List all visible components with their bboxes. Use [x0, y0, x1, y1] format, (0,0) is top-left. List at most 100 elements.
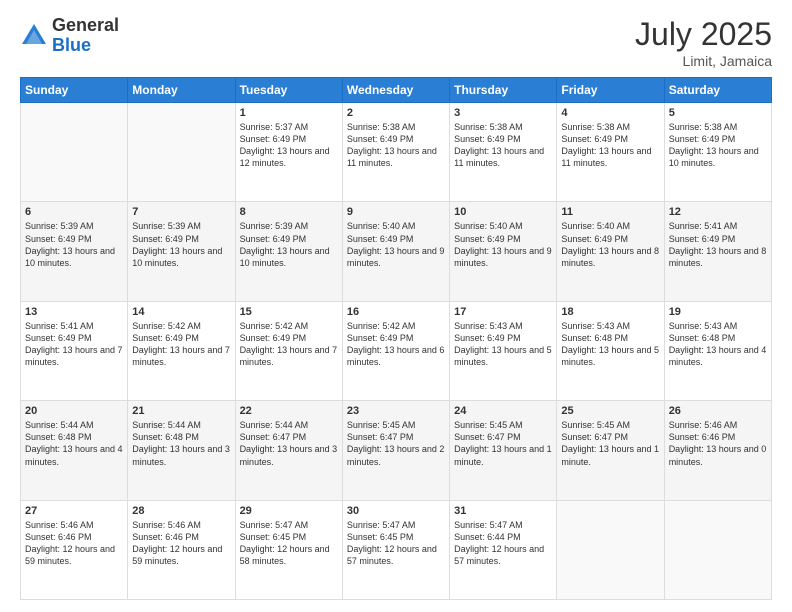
day-number: 25 [561, 405, 659, 417]
day-info: Sunrise: 5:47 AMSunset: 6:45 PMDaylight:… [240, 519, 338, 568]
day-info: Sunrise: 5:40 AMSunset: 6:49 PMDaylight:… [561, 220, 659, 269]
calendar-cell: 30Sunrise: 5:47 AMSunset: 6:45 PMDayligh… [342, 500, 449, 599]
day-number: 21 [132, 405, 230, 417]
calendar-cell: 29 Sunrise: 5:47 AMSunset: 6:45 PMDayligh… [235, 500, 342, 599]
logo-text: General Blue [52, 16, 119, 56]
day-number: 1 [240, 107, 338, 119]
column-header-tuesday: Tuesday [235, 78, 342, 103]
day-number: 23 [347, 405, 445, 417]
calendar-cell: 11 Sunrise: 5:40 AMSunset: 6:49 PMDayligh… [557, 202, 664, 301]
day-number: 18 [561, 306, 659, 318]
day-info: Sunrise: 5:45 AMSunset: 6:47 PMDaylight:… [454, 419, 552, 468]
calendar-table: SundayMondayTuesdayWednesdayThursdayFrid… [20, 77, 772, 600]
location: Limit, Jamaica [635, 53, 772, 69]
day-number: 22 [240, 405, 338, 417]
day-number: 27 [25, 505, 123, 517]
day-number: 16 [347, 306, 445, 318]
month-title: July 2025 [635, 16, 772, 53]
day-number: 13 [25, 306, 123, 318]
column-header-wednesday: Wednesday [342, 78, 449, 103]
day-info: Sunrise: 5:43 AMSunset: 6:49 PMDaylight:… [454, 320, 552, 369]
calendar-cell: 16 Sunrise: 5:42 AMSunset: 6:49 PMDayligh… [342, 301, 449, 400]
calendar-week-row: 27 Sunrise: 5:46 AMSunset: 6:46 PMDayligh… [21, 500, 772, 599]
day-info: Sunrise: 5:39 AMSunset: 6:49 PMDaylight:… [240, 220, 338, 269]
day-number: 26 [669, 405, 767, 417]
calendar-week-row: 6 Sunrise: 5:39 AMSunset: 6:49 PMDaylight… [21, 202, 772, 301]
day-info: Sunrise: 5:43 AMSunset: 6:48 PMDaylight:… [561, 320, 659, 369]
day-number: 24 [454, 405, 552, 417]
day-number: 7 [132, 206, 230, 218]
calendar-cell: 20 Sunrise: 5:44 AMSunset: 6:48 PMDayligh… [21, 401, 128, 500]
day-info: Sunrise: 5:38 AMSunset: 6:49 PMDaylight:… [561, 121, 659, 170]
calendar-cell: 13Sunrise: 5:41 AMSunset: 6:49 PMDayligh… [21, 301, 128, 400]
column-header-sunday: Sunday [21, 78, 128, 103]
calendar-cell: 9Sunrise: 5:40 AMSunset: 6:49 PMDaylight… [342, 202, 449, 301]
header: General Blue July 2025 Limit, Jamaica [20, 16, 772, 69]
column-header-friday: Friday [557, 78, 664, 103]
day-info: Sunrise: 5:39 AMSunset: 6:49 PMDaylight:… [132, 220, 230, 269]
day-number: 19 [669, 306, 767, 318]
calendar-cell: 24 Sunrise: 5:45 AMSunset: 6:47 PMDayligh… [450, 401, 557, 500]
day-number: 12 [669, 206, 767, 218]
day-number: 3 [454, 107, 552, 119]
logo-icon [20, 22, 48, 50]
calendar-cell: 26 Sunrise: 5:46 AMSunset: 6:46 PMDayligh… [664, 401, 771, 500]
calendar-week-row: 13Sunrise: 5:41 AMSunset: 6:49 PMDayligh… [21, 301, 772, 400]
day-info: Sunrise: 5:40 AMSunset: 6:49 PMDaylight:… [454, 220, 552, 269]
logo-general-text: General [52, 15, 119, 35]
title-block: July 2025 Limit, Jamaica [635, 16, 772, 69]
day-info: Sunrise: 5:44 AMSunset: 6:48 PMDaylight:… [25, 419, 123, 468]
logo: General Blue [20, 16, 119, 56]
day-number: 31 [454, 505, 552, 517]
day-number: 30 [347, 505, 445, 517]
day-number: 28 [132, 505, 230, 517]
calendar-week-row: 20 Sunrise: 5:44 AMSunset: 6:48 PMDayligh… [21, 401, 772, 500]
day-info: Sunrise: 5:44 AMSunset: 6:47 PMDaylight:… [240, 419, 338, 468]
calendar-cell: 19 Sunrise: 5:43 AMSunset: 6:48 PMDayligh… [664, 301, 771, 400]
day-info: Sunrise: 5:43 AMSunset: 6:48 PMDaylight:… [669, 320, 767, 369]
calendar-cell: 4Sunrise: 5:38 AMSunset: 6:49 PMDaylight… [557, 103, 664, 202]
day-info: Sunrise: 5:42 AMSunset: 6:49 PMDaylight:… [347, 320, 445, 369]
day-info: Sunrise: 5:38 AMSunset: 6:49 PMDaylight:… [347, 121, 445, 170]
day-info: Sunrise: 5:41 AMSunset: 6:49 PMDaylight:… [669, 220, 767, 269]
calendar-cell: 10 Sunrise: 5:40 AMSunset: 6:49 PMDayligh… [450, 202, 557, 301]
day-number: 5 [669, 107, 767, 119]
day-number: 8 [240, 206, 338, 218]
calendar-cell: 25Sunrise: 5:45 AMSunset: 6:47 PMDayligh… [557, 401, 664, 500]
calendar-cell: 2 Sunrise: 5:38 AMSunset: 6:49 PMDaylight… [342, 103, 449, 202]
day-info: Sunrise: 5:47 AMSunset: 6:44 PMDaylight:… [454, 519, 552, 568]
day-number: 20 [25, 405, 123, 417]
day-info: Sunrise: 5:38 AMSunset: 6:49 PMDaylight:… [454, 121, 552, 170]
day-number: 29 [240, 505, 338, 517]
day-info: Sunrise: 5:37 AMSunset: 6:49 PMDaylight:… [240, 121, 338, 170]
day-info: Sunrise: 5:39 AMSunset: 6:49 PMDaylight:… [25, 220, 123, 269]
calendar-cell [664, 500, 771, 599]
day-info: Sunrise: 5:42 AMSunset: 6:49 PMDaylight:… [240, 320, 338, 369]
day-info: Sunrise: 5:46 AMSunset: 6:46 PMDaylight:… [25, 519, 123, 568]
calendar-cell: 5 Sunrise: 5:38 AMSunset: 6:49 PMDaylight… [664, 103, 771, 202]
day-number: 17 [454, 306, 552, 318]
day-info: Sunrise: 5:42 AMSunset: 6:49 PMDaylight:… [132, 320, 230, 369]
day-info: Sunrise: 5:46 AMSunset: 6:46 PMDaylight:… [669, 419, 767, 468]
calendar-cell: 12 Sunrise: 5:41 AMSunset: 6:49 PMDayligh… [664, 202, 771, 301]
day-number: 15 [240, 306, 338, 318]
logo-blue-text: Blue [52, 35, 91, 55]
day-number: 2 [347, 107, 445, 119]
day-number: 9 [347, 206, 445, 218]
calendar-cell: 21 Sunrise: 5:44 AMSunset: 6:48 PMDayligh… [128, 401, 235, 500]
calendar-cell: 27 Sunrise: 5:46 AMSunset: 6:46 PMDayligh… [21, 500, 128, 599]
day-info: Sunrise: 5:46 AMSunset: 6:46 PMDaylight:… [132, 519, 230, 568]
day-info: Sunrise: 5:44 AMSunset: 6:48 PMDaylight:… [132, 419, 230, 468]
day-number: 6 [25, 206, 123, 218]
calendar-header-row: SundayMondayTuesdayWednesdayThursdayFrid… [21, 78, 772, 103]
calendar-cell: 18 Sunrise: 5:43 AMSunset: 6:48 PMDayligh… [557, 301, 664, 400]
day-number: 10 [454, 206, 552, 218]
day-number: 11 [561, 206, 659, 218]
calendar-cell: 6 Sunrise: 5:39 AMSunset: 6:49 PMDaylight… [21, 202, 128, 301]
calendar-cell: 17 Sunrise: 5:43 AMSunset: 6:49 PMDayligh… [450, 301, 557, 400]
calendar-cell: 15 Sunrise: 5:42 AMSunset: 6:49 PMDayligh… [235, 301, 342, 400]
column-header-saturday: Saturday [664, 78, 771, 103]
day-info: Sunrise: 5:38 AMSunset: 6:49 PMDaylight:… [669, 121, 767, 170]
column-header-thursday: Thursday [450, 78, 557, 103]
day-number: 14 [132, 306, 230, 318]
